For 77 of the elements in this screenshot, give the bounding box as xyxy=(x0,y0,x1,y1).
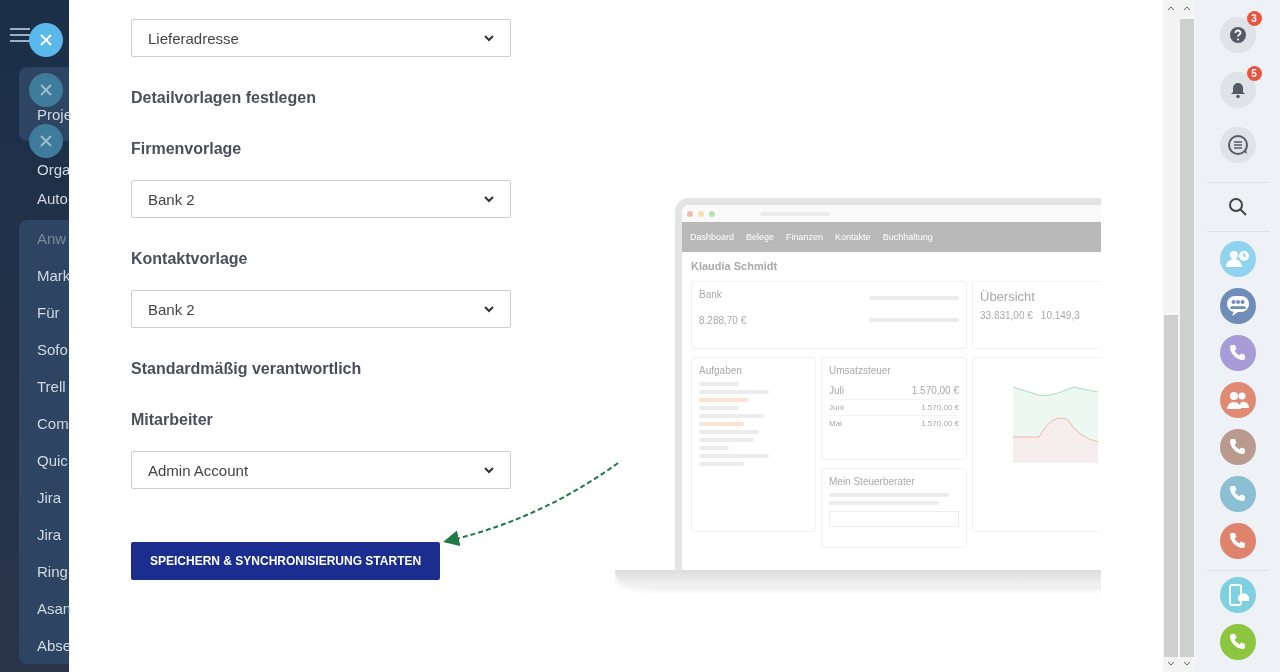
people-icon xyxy=(1226,391,1249,409)
phone-button[interactable] xyxy=(1219,429,1256,465)
close-icon xyxy=(39,134,53,148)
amount: 33.831,00 € xyxy=(980,310,1033,321)
card-title: Umsatzsteuer xyxy=(829,365,892,376)
sidebar-item[interactable]: Quic xyxy=(19,442,69,479)
dropdown[interactable]: Lieferadresse xyxy=(131,19,511,57)
sidebar-heading: Anw xyxy=(36,229,68,249)
chevron-down-icon xyxy=(484,195,494,203)
search-icon xyxy=(1227,197,1248,217)
phone-icon xyxy=(1227,343,1248,363)
section-heading: Standardmäßig verantwortlich xyxy=(131,359,362,379)
field-label: Mitarbeiter xyxy=(131,410,213,430)
phone-button[interactable] xyxy=(1219,335,1256,371)
blurred-text xyxy=(699,422,744,426)
group-chat-button[interactable] xyxy=(1219,288,1256,324)
chat-list-button[interactable] xyxy=(1219,127,1256,163)
month-label: Juni xyxy=(829,403,844,412)
window-dot-icon xyxy=(687,210,693,217)
card-title: Übersicht xyxy=(980,289,1036,304)
balance-amount: 8.288,70 € xyxy=(699,314,747,326)
sidebar-item[interactable]: Sofo xyxy=(19,331,69,368)
sidebar-item[interactable]: Com xyxy=(19,405,69,442)
section-heading: Detailvorlagen festlegen xyxy=(131,88,316,108)
phone-icon xyxy=(1227,484,1248,504)
amount: 10.149,3 xyxy=(1040,310,1080,321)
dropdown[interactable]: Admin Account xyxy=(131,451,511,489)
sidebar-item[interactable]: Jira xyxy=(19,516,69,553)
scrollbar[interactable] xyxy=(1163,0,1179,672)
scrollbar-thumb[interactable] xyxy=(1164,315,1178,657)
phone-icon xyxy=(1227,437,1248,457)
phone-cloud-button[interactable] xyxy=(1219,577,1256,613)
close-icon xyxy=(39,83,53,97)
dropdown[interactable]: Bank 2 xyxy=(131,290,511,328)
phone-icon xyxy=(1227,632,1248,652)
save-button[interactable]: SPEICHERN & SYNCHRONISIERUNG STARTEN xyxy=(131,542,441,580)
page-title: Klaudia Schmidt xyxy=(691,260,779,272)
phone-button[interactable] xyxy=(1219,523,1256,559)
close-icon xyxy=(39,33,53,47)
close-toast[interactable] xyxy=(29,23,63,57)
menu-icon[interactable] xyxy=(10,28,30,42)
sidebar-item[interactable]: Jira xyxy=(19,479,69,516)
blurred-text xyxy=(699,398,749,402)
amount: 1.570,00 € xyxy=(921,403,959,412)
phone-cloud-icon xyxy=(1226,584,1249,606)
window-dot-icon xyxy=(698,210,704,217)
sidebar-item[interactable]: Ring xyxy=(19,553,69,590)
question-icon xyxy=(1228,26,1247,44)
sidebar-item[interactable]: Für xyxy=(19,294,69,331)
month-label: Mai xyxy=(829,419,842,428)
amount: 1.570,00 € xyxy=(921,419,959,428)
sidebar-item[interactable]: Trell xyxy=(19,368,69,405)
card-title: Bank xyxy=(699,289,722,300)
chevron-down-icon xyxy=(484,466,494,474)
person-clock-icon xyxy=(1225,249,1250,269)
chat-list-icon xyxy=(1226,134,1249,156)
phone-button[interactable] xyxy=(1219,476,1256,512)
count-badge: 5 xyxy=(1246,66,1262,81)
month-label: Juli xyxy=(829,385,844,396)
scrollbar[interactable] xyxy=(1179,0,1195,672)
card-title: Mein Steuerberater xyxy=(829,476,916,487)
count-badge: 3 xyxy=(1246,11,1262,26)
chevron-down-icon xyxy=(484,305,494,313)
people-button[interactable] xyxy=(1219,382,1256,418)
sidebar-item[interactable]: Auto xyxy=(19,180,69,217)
window-dot-icon xyxy=(709,210,715,217)
card-title: Aufgaben xyxy=(699,365,743,376)
phone-button[interactable] xyxy=(1219,624,1256,660)
chevron-down-icon xyxy=(484,34,494,42)
scrollbar-thumb[interactable] xyxy=(1180,19,1194,657)
dropdown[interactable]: Bank 2 xyxy=(131,180,511,218)
amount: 1.570,00 € xyxy=(911,385,959,396)
group-chat-icon xyxy=(1225,295,1250,317)
phone-icon xyxy=(1227,531,1248,551)
field-label: Kontaktvorlage xyxy=(131,249,248,269)
field-label: Firmenvorlage xyxy=(131,139,242,159)
close-toast[interactable] xyxy=(29,124,63,158)
